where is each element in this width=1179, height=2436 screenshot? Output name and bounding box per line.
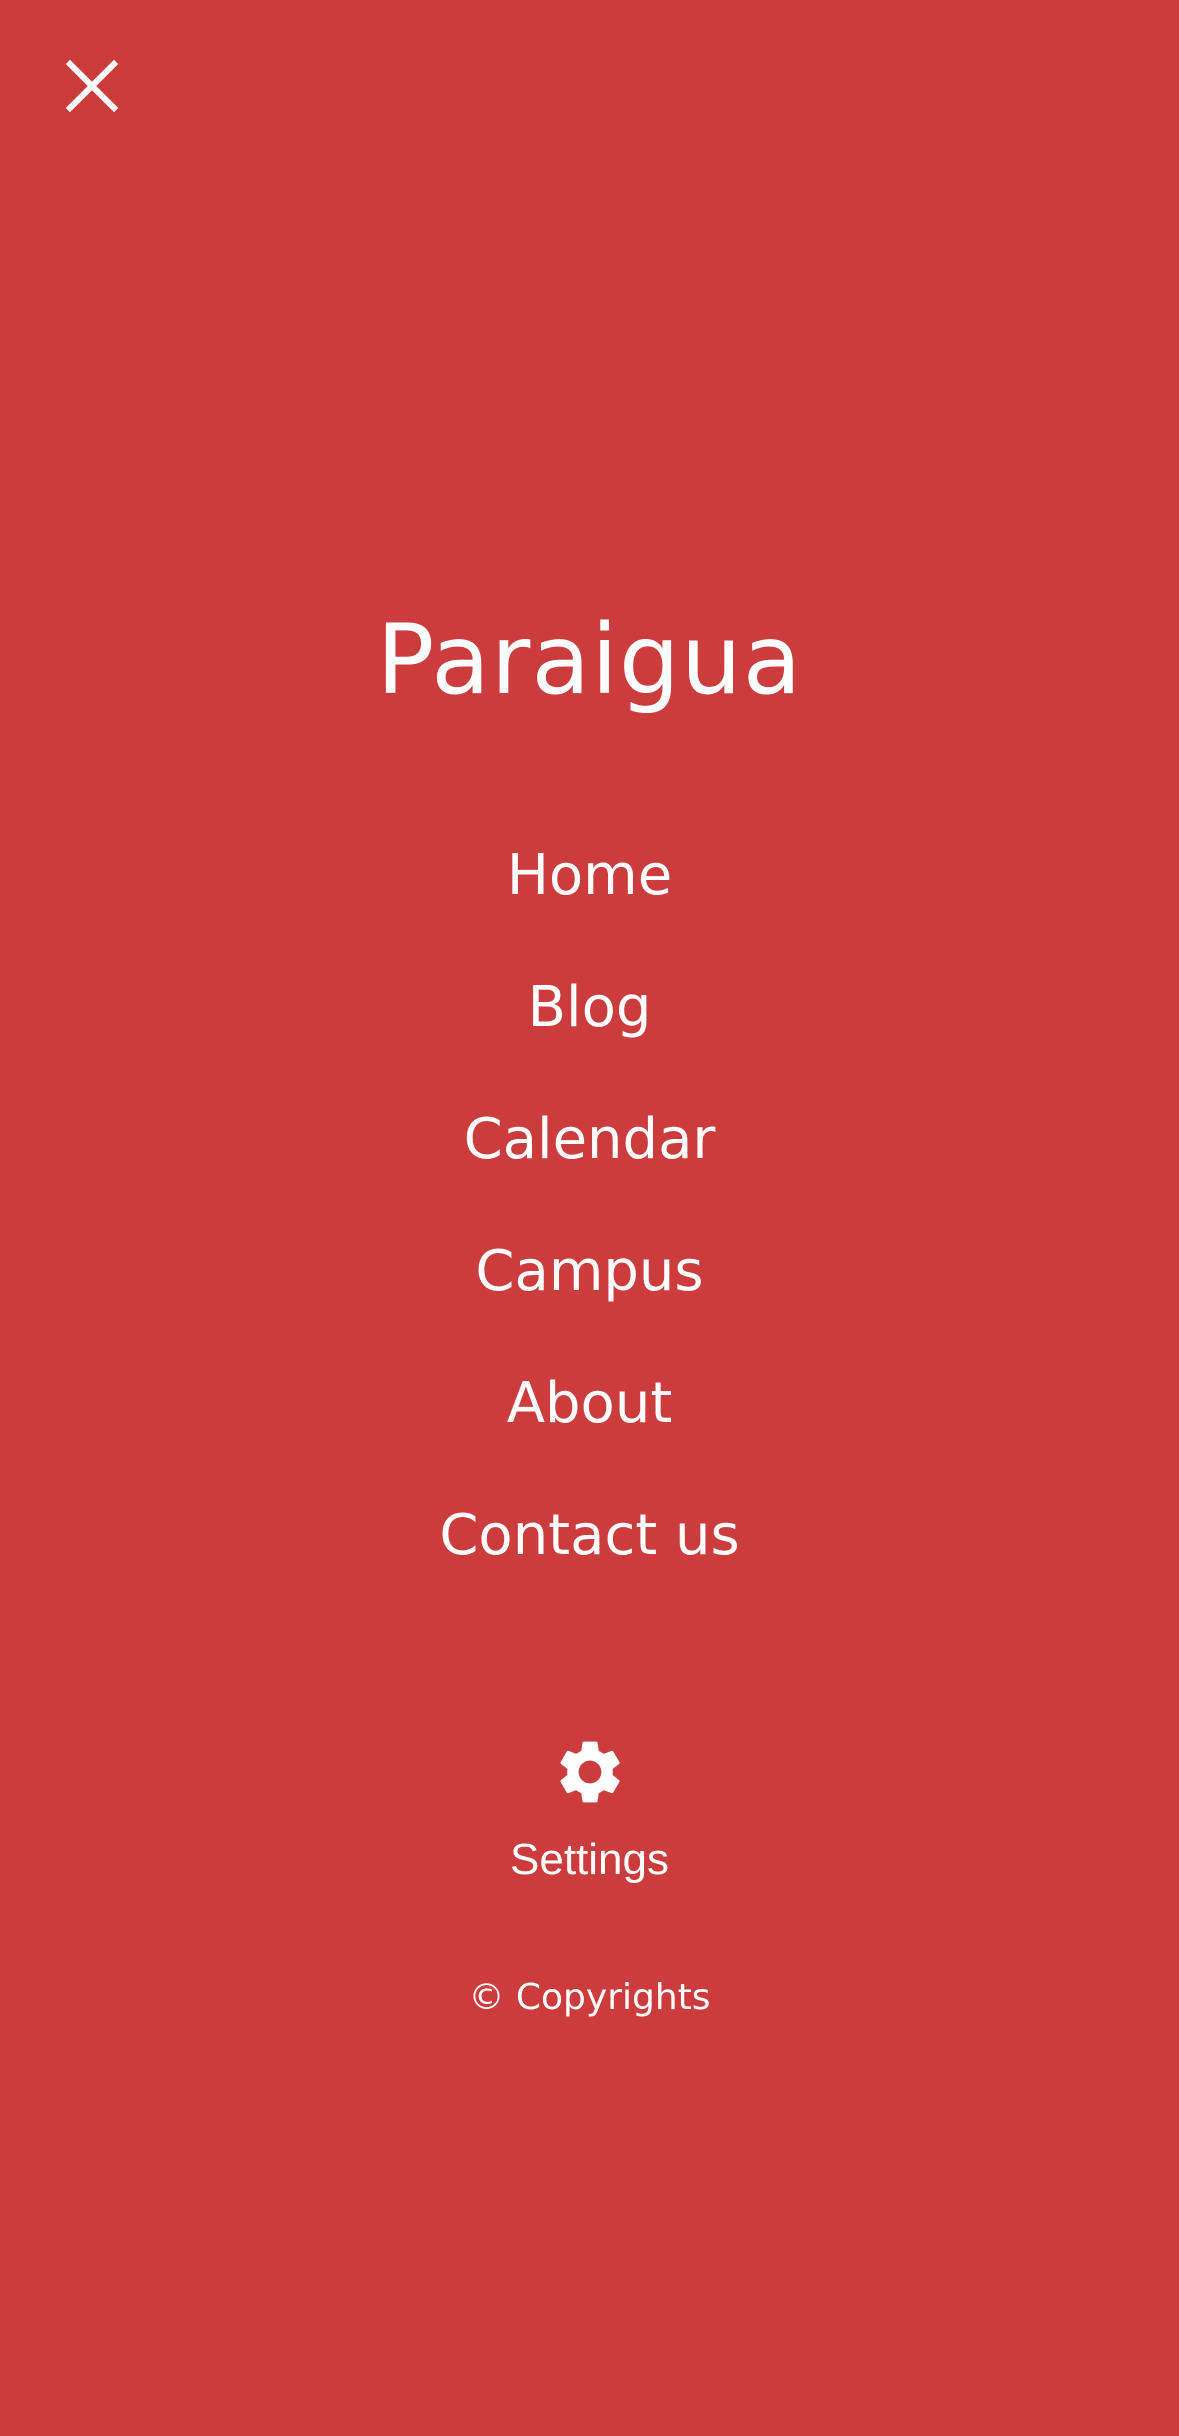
- settings-button[interactable]: Settings: [0, 1720, 1179, 1890]
- nav-item-about[interactable]: About: [0, 1346, 1179, 1478]
- nav-item-home[interactable]: Home: [0, 818, 1179, 950]
- copyright-text: © Copyrights: [468, 1977, 711, 2018]
- main-navigation: Home Blog Calendar Campus About Contact …: [0, 818, 1179, 1610]
- close-icon: [65, 59, 119, 113]
- nav-item-calendar[interactable]: Calendar: [0, 1082, 1179, 1214]
- gear-icon: [559, 1741, 620, 1803]
- brand-title: Paraigua: [376, 604, 803, 716]
- close-button[interactable]: [58, 52, 126, 120]
- nav-item-contact-us[interactable]: Contact us: [0, 1478, 1179, 1610]
- nav-item-campus[interactable]: Campus: [0, 1214, 1179, 1346]
- settings-label: Settings: [510, 1835, 669, 1884]
- nav-item-blog[interactable]: Blog: [0, 950, 1179, 1082]
